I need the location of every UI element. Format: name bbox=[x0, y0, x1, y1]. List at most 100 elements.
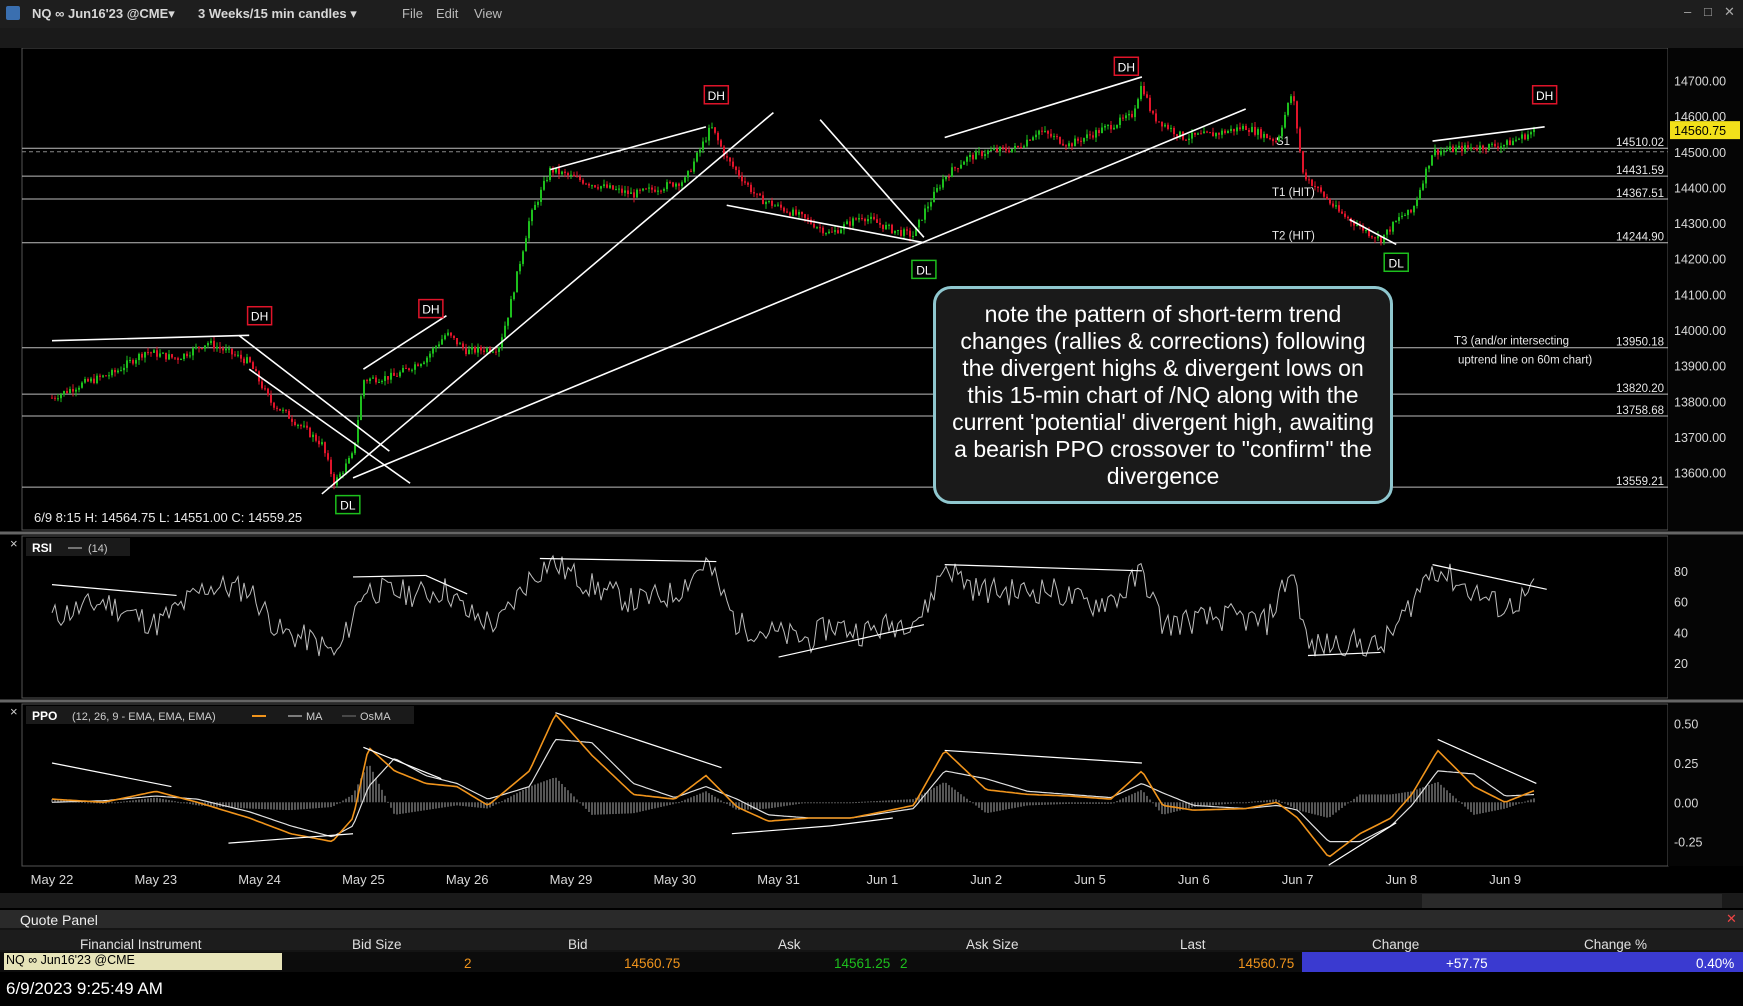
candle bbox=[1458, 145, 1460, 148]
osma-bar bbox=[759, 802, 761, 809]
candle bbox=[612, 185, 614, 190]
osma-bar bbox=[594, 802, 596, 815]
maximize-icon[interactable]: □ bbox=[1704, 4, 1712, 19]
candle bbox=[615, 189, 617, 191]
candle bbox=[852, 218, 854, 226]
candle bbox=[126, 360, 128, 368]
osma-bar bbox=[1392, 794, 1394, 803]
candle bbox=[291, 418, 293, 422]
candle bbox=[210, 340, 212, 344]
menu-edit[interactable]: Edit bbox=[436, 6, 458, 21]
menu-file[interactable]: File bbox=[402, 6, 423, 21]
osma-bar bbox=[1101, 802, 1103, 804]
osma-bar bbox=[1503, 802, 1505, 809]
osma-bar bbox=[957, 791, 959, 803]
candle bbox=[816, 227, 818, 229]
candle bbox=[1518, 138, 1520, 140]
candle bbox=[1065, 145, 1067, 147]
candle bbox=[1242, 125, 1244, 130]
osma-bar bbox=[615, 802, 617, 814]
candle bbox=[288, 410, 290, 419]
x-axis-label: May 23 bbox=[134, 872, 177, 887]
collapse-rsi-icon[interactable]: × bbox=[10, 536, 18, 551]
candle bbox=[585, 183, 587, 185]
col-ask[interactable]: Ask bbox=[778, 937, 801, 952]
candle bbox=[75, 389, 77, 392]
candle bbox=[1095, 130, 1097, 138]
osma-bar bbox=[1155, 802, 1157, 807]
col-change-pct[interactable]: Change % bbox=[1584, 937, 1647, 952]
symbol-selector[interactable]: NQ ∞ Jun16'23 @CME▾ bbox=[32, 6, 175, 22]
ppo-tick-label: 0.00 bbox=[1674, 796, 1698, 810]
instrument-cell[interactable]: NQ ∞ Jun16'23 @CME bbox=[4, 953, 282, 970]
osma-bar bbox=[1131, 794, 1133, 803]
candle bbox=[849, 221, 851, 226]
candle bbox=[1416, 198, 1418, 206]
candle bbox=[1389, 229, 1391, 232]
candle bbox=[459, 343, 461, 345]
osma-bar bbox=[246, 802, 248, 809]
candle bbox=[777, 204, 779, 206]
candle bbox=[63, 390, 65, 395]
candle bbox=[1125, 115, 1127, 119]
ppo-pane[interactable] bbox=[21, 703, 1669, 867]
price-pane[interactable] bbox=[21, 48, 1669, 531]
candle bbox=[342, 472, 344, 474]
osma-bar bbox=[900, 799, 902, 803]
osma-bar bbox=[1305, 802, 1307, 813]
col-last[interactable]: Last bbox=[1180, 937, 1206, 952]
osma-bar bbox=[381, 789, 383, 803]
candle bbox=[933, 191, 935, 203]
osma-bar bbox=[1005, 802, 1007, 810]
scroller-thumb[interactable] bbox=[1422, 894, 1722, 908]
ppo-tick-label: -0.25 bbox=[1674, 836, 1703, 850]
minimize-icon[interactable]: – bbox=[1684, 4, 1691, 19]
candle bbox=[1431, 155, 1433, 166]
candle bbox=[909, 230, 911, 237]
candle bbox=[918, 219, 920, 228]
osma-bar bbox=[1236, 802, 1238, 804]
osma-bar bbox=[405, 802, 407, 814]
osma-bar bbox=[321, 802, 323, 808]
osma-bar bbox=[816, 802, 818, 804]
candle bbox=[90, 378, 92, 382]
candle bbox=[1467, 145, 1469, 148]
candle bbox=[579, 176, 581, 181]
chart-area[interactable]: 13600.00 13700.00 13800.00 13900.00 14000.00… bbox=[0, 48, 1743, 908]
col-ask-size[interactable]: Ask Size bbox=[966, 937, 1019, 952]
candle bbox=[819, 227, 821, 229]
osma-bar bbox=[807, 802, 809, 804]
candle bbox=[570, 174, 572, 176]
candle bbox=[1194, 132, 1196, 135]
osma-bar bbox=[150, 798, 152, 803]
osma-bar bbox=[345, 798, 347, 803]
candle bbox=[789, 212, 791, 216]
candle bbox=[693, 161, 695, 172]
osma-bar bbox=[597, 802, 599, 815]
osma-bar bbox=[456, 802, 458, 806]
candle bbox=[990, 149, 992, 151]
candle bbox=[660, 190, 662, 192]
osma-bar bbox=[996, 802, 998, 812]
col-instrument[interactable]: Financial Instrument bbox=[80, 937, 202, 952]
interval-selector[interactable]: 3 Weeks/15 min candles ▾ bbox=[198, 6, 357, 22]
candle bbox=[624, 190, 626, 193]
candle bbox=[1236, 127, 1238, 132]
osma-bar bbox=[270, 802, 272, 810]
osma-bar bbox=[1098, 802, 1100, 804]
osma-bar bbox=[1356, 796, 1358, 803]
close-icon[interactable]: ✕ bbox=[1724, 4, 1735, 20]
osma-bar bbox=[885, 800, 887, 803]
osma-bar bbox=[876, 800, 878, 803]
candle bbox=[1419, 189, 1421, 199]
col-bid-size[interactable]: Bid Size bbox=[352, 937, 402, 952]
candle bbox=[465, 347, 467, 355]
menu-view[interactable]: View bbox=[474, 6, 502, 21]
col-bid[interactable]: Bid bbox=[568, 937, 588, 952]
collapse-ppo-icon[interactable]: × bbox=[10, 704, 18, 719]
osma-bar bbox=[822, 802, 824, 804]
osma-bar bbox=[243, 802, 245, 809]
quote-panel-close-icon[interactable]: ✕ bbox=[1726, 911, 1737, 927]
col-change[interactable]: Change bbox=[1372, 937, 1419, 952]
x-axis-label: May 26 bbox=[446, 872, 489, 887]
